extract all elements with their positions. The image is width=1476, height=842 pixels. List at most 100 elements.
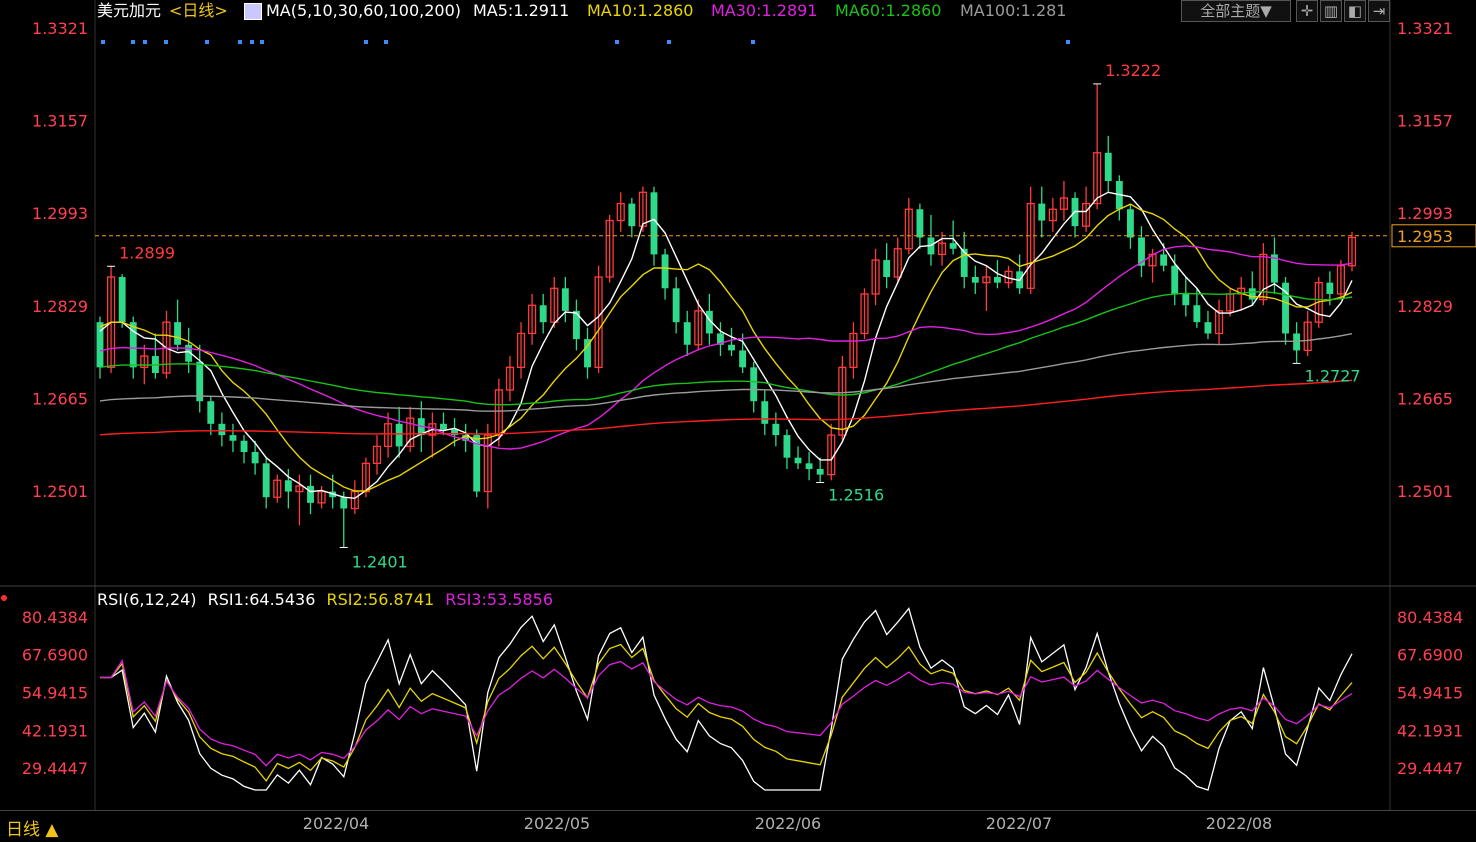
rsi-tick-label-right: 42.1931	[1397, 721, 1463, 740]
candle-body	[174, 322, 181, 345]
low-annotation: 1.2516	[828, 486, 884, 505]
signal-dot	[250, 40, 254, 44]
signal-dot	[205, 40, 209, 44]
y-tick-label-right: 1.2829	[1397, 297, 1453, 316]
candle-body	[284, 480, 292, 492]
y-tick-label-right: 1.2993	[1397, 204, 1453, 223]
signal-dot	[260, 40, 264, 44]
ma30-value: MA30:1.2891	[711, 1, 818, 20]
signal-dot	[101, 40, 105, 44]
candle-body	[1160, 254, 1168, 266]
signal-dot	[667, 40, 671, 44]
zoom-out-icon[interactable]: ◧	[1344, 0, 1366, 22]
rsi-tick-label-left: 80.4384	[22, 608, 88, 627]
candle-body	[750, 367, 758, 402]
expand-icon[interactable]: ⇥	[1368, 0, 1390, 22]
rsi-tick-label-left: 54.9415	[22, 684, 88, 703]
candle-body	[240, 440, 248, 453]
candle-body	[1104, 152, 1112, 182]
candle-body	[307, 485, 314, 503]
y-tick-label-right: 1.2665	[1397, 389, 1453, 408]
rsi1-value: RSI1:64.5436	[207, 590, 316, 609]
chart-header: 美元加元 <日线> MA(5,10,30,60,100,200) MA5:1.2…	[0, 0, 1476, 24]
pair-title: 美元加元	[97, 1, 162, 20]
ma10-value: MA10:1.2860	[587, 1, 694, 20]
low-annotation: 1.2401	[352, 552, 408, 571]
signal-dot	[364, 40, 368, 44]
candle-body	[683, 322, 691, 345]
rsi-tick-label-left: 67.6900	[22, 646, 88, 665]
candle-body	[805, 463, 813, 469]
zoom-in-icon[interactable]: ▥	[1320, 0, 1342, 22]
ma100-value: MA100:1.281	[960, 1, 1067, 20]
candle-body	[772, 423, 780, 436]
chart-stage: 1.3321 1.3321 1.3157 1.3157 1.2993 1.2993 1.28…	[0, 0, 1476, 841]
candle-body	[207, 401, 215, 424]
candle-body	[816, 468, 824, 475]
candle-body	[440, 423, 447, 430]
y-tick-label-left: 1.2829	[32, 297, 88, 316]
ma100-line	[99, 333, 1353, 412]
candle-body	[1248, 288, 1256, 300]
signal-dot	[751, 40, 755, 44]
candle-body	[783, 435, 791, 458]
rsi2-line	[100, 643, 1353, 783]
candle-body	[1326, 282, 1334, 294]
y-tick-label-right: 1.2501	[1397, 482, 1453, 501]
candle-body	[628, 203, 636, 227]
y-tick-label-left: 1.2993	[32, 204, 88, 223]
low-annotation: 1.2727	[1305, 366, 1361, 385]
ma200-line	[99, 379, 1353, 436]
candle-body	[229, 435, 237, 441]
signal-dot	[164, 40, 168, 44]
period-selector[interactable]: 日线 ▲	[6, 815, 58, 840]
current-price-label: 1.2953	[1397, 227, 1453, 246]
high-annotation: 1.2899	[119, 243, 175, 262]
candle-body	[395, 423, 403, 447]
candle-body	[1193, 305, 1201, 323]
y-tick-label-left: 1.2665	[32, 389, 88, 408]
y-tick-label-right: 1.3157	[1397, 112, 1453, 131]
candle-body	[1293, 333, 1301, 351]
ma5-line	[99, 191, 1353, 500]
rsi-tick-label-right: 29.4447	[1397, 759, 1463, 778]
theme-dropdown-button[interactable]: 全部主题▼	[1181, 0, 1291, 22]
candle-body	[539, 305, 547, 323]
rsi-tick-label-left: 42.1931	[22, 721, 88, 740]
rsi-label: RSI(6,12,24)	[97, 590, 197, 609]
candle-body	[728, 344, 735, 351]
candle-body	[1182, 293, 1190, 306]
rsi2-value: RSI2:56.8741	[326, 590, 435, 609]
footer-bar: 日线 ▲	[0, 810, 1476, 842]
candle-body	[251, 452, 259, 464]
ma-indicator-icon[interactable]	[244, 3, 262, 20]
rsi-tick-label-right: 80.4384	[1397, 608, 1463, 627]
candle-body	[196, 361, 204, 402]
crosshair-icon[interactable]: ✛	[1296, 0, 1318, 22]
y-tick-label-left: 1.2501	[32, 482, 88, 501]
left-marker-icon	[1, 595, 7, 601]
candle-body	[661, 254, 669, 289]
chart-canvas[interactable]: 1.3321 1.33211.3157 1.31571.2993 1.29931.28…	[0, 0, 1476, 841]
rsi3-value: RSI3:53.5856	[445, 590, 554, 609]
candle-body	[340, 497, 348, 509]
high-annotation: 1.3222	[1105, 61, 1161, 80]
signal-dot	[143, 40, 147, 44]
ma5-value: MA5:1.2911	[473, 1, 570, 20]
candle-body	[971, 277, 979, 283]
rsi-header: RSI(6,12,24) RSI1:64.5436 RSI2:56.8741 R…	[97, 590, 553, 609]
rsi-tick-label-right: 54.9415	[1397, 684, 1463, 703]
rsi-tick-label-left: 29.4447	[22, 759, 88, 778]
candle-body	[218, 423, 226, 436]
ma60-line	[99, 290, 1353, 406]
y-tick-label-left: 1.3157	[32, 112, 88, 131]
rsi-tick-label-right: 67.6900	[1397, 646, 1463, 665]
candle-body	[739, 350, 747, 368]
period-label: <日线>	[169, 1, 228, 20]
signal-dot	[238, 40, 242, 44]
candle-body	[761, 401, 769, 424]
candle-body	[949, 243, 957, 249]
signal-dot	[615, 40, 619, 44]
candle-body	[883, 260, 891, 278]
signal-dot	[384, 40, 388, 44]
